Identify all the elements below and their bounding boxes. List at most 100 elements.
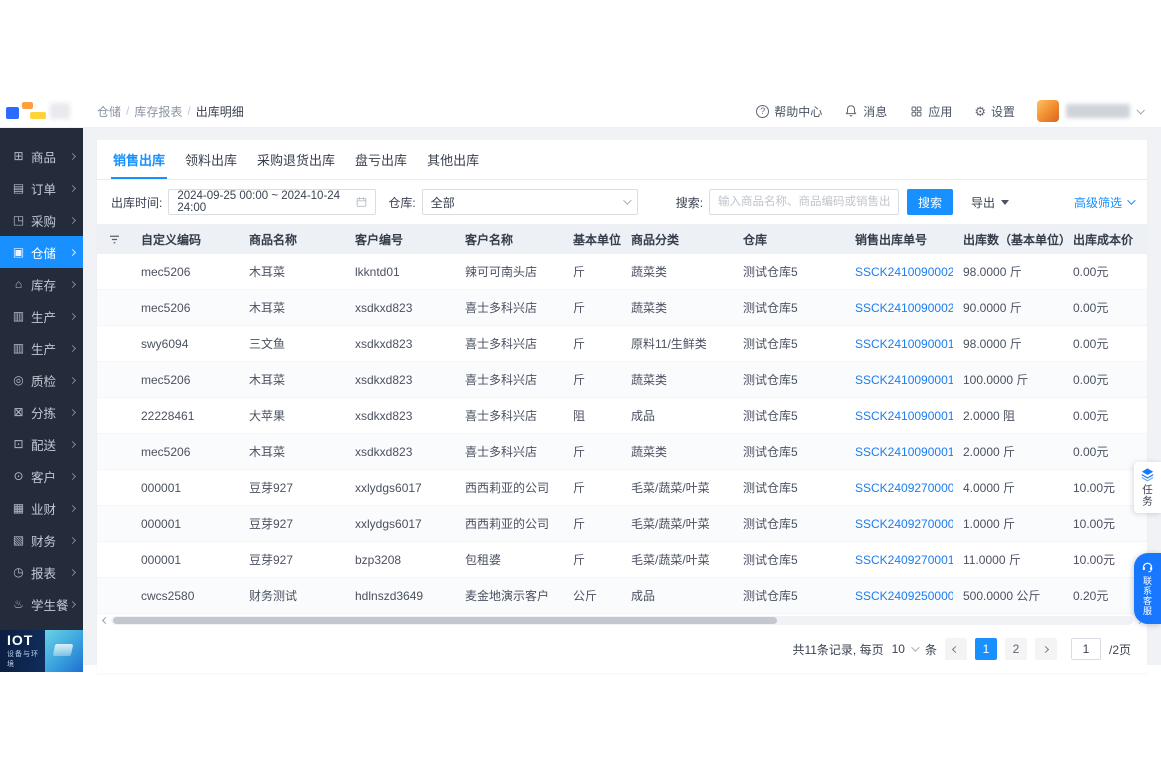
column-header: 客户名称 bbox=[465, 232, 514, 247]
apps-button[interactable]: 应用 bbox=[909, 103, 952, 120]
page-number-button[interactable]: 2 bbox=[1004, 638, 1027, 660]
task-floating-button[interactable]: 任务 bbox=[1134, 462, 1161, 513]
search-input[interactable] bbox=[709, 189, 900, 215]
horizontal-scrollbar bbox=[97, 614, 1147, 627]
cell-outbound-order-link[interactable]: SSCK24100900021 bbox=[845, 254, 953, 289]
user-name-redacted bbox=[1066, 104, 1130, 118]
breadcrumb-item-warehouse[interactable]: 仓储 bbox=[97, 103, 121, 120]
sidebar-item-production-1[interactable]: ▥ 生产 bbox=[0, 300, 83, 332]
apps-label: 应用 bbox=[928, 104, 953, 119]
sidebar-item-delivery[interactable]: ⊡ 配送 bbox=[0, 428, 83, 460]
cell-outbound-qty: 98.0000 斤 bbox=[963, 337, 1022, 351]
cell-base-unit: 斤 bbox=[573, 265, 586, 279]
cell-outbound-order-link[interactable]: SSCK24100900017 bbox=[845, 326, 953, 361]
sidebar-item-customers[interactable]: ⊙ 客户 bbox=[0, 460, 83, 492]
breadcrumb-item-inventory-report[interactable]: 库存报表 bbox=[134, 103, 182, 120]
chevron-right-icon bbox=[68, 568, 77, 576]
chevron-down-icon bbox=[1127, 196, 1136, 205]
cell-outbound-order-link[interactable]: SSCK24100900020 bbox=[845, 290, 953, 325]
settings-button[interactable]: ⚙ 设置 bbox=[974, 103, 1015, 120]
sidebar-item-finance[interactable]: ▧ 财务 bbox=[0, 524, 83, 556]
cell-outbound-order-link[interactable]: SSCK24100900017 bbox=[845, 362, 953, 397]
tab-other-outbound[interactable]: 其他出库 bbox=[425, 140, 481, 179]
cell-customer-name: 西西莉亚的公司 bbox=[465, 517, 550, 531]
report-icon: ◷ bbox=[13, 565, 24, 579]
cell-outbound-cost: 0.00元 bbox=[1073, 265, 1109, 279]
next-page-button[interactable] bbox=[1034, 638, 1057, 660]
filter-bar: 出库时间: 2024-09-25 00:00 ~ 2024-10-24 24:0… bbox=[97, 180, 1147, 224]
user-menu[interactable] bbox=[1037, 100, 1145, 122]
messages-button[interactable]: 消息 bbox=[844, 103, 887, 120]
chevron-right-icon bbox=[68, 280, 77, 288]
search-button[interactable]: 搜索 bbox=[907, 189, 954, 215]
cell-customer-name: 喜士多科兴店 bbox=[465, 409, 538, 423]
advanced-filter-button[interactable]: 高级筛选 bbox=[1074, 194, 1136, 211]
cell-product-name: 财务测试 bbox=[249, 589, 298, 603]
cell-outbound-order-link[interactable]: SSCK24092700004 bbox=[845, 470, 953, 505]
tab-loss-outbound[interactable]: 盘亏出库 bbox=[353, 140, 409, 179]
main-content: 销售出库 领料出库 采购退货出库 盘亏出库 其他出库 出库时间: 2024-09… bbox=[83, 128, 1161, 673]
page: 仓储 / 库存报表 / 出库明细 ? 帮助中心 消息 应用 ⚙ 设置 ⊞ 商品 … bbox=[0, 0, 1161, 762]
sidebar-item-procurement[interactable]: ◳ 采购 bbox=[0, 204, 83, 236]
logo-mark-ghost bbox=[50, 102, 70, 119]
chevron-right-icon bbox=[68, 376, 77, 384]
page-number-button[interactable]: 1 bbox=[974, 638, 997, 660]
iot-subtitle: 设备与环境 bbox=[7, 651, 39, 668]
cell-customer-name: 喜士多科兴店 bbox=[465, 373, 538, 387]
contact-service-floating-button[interactable]: 联系客服 bbox=[1134, 553, 1161, 624]
task-label: 任务 bbox=[1141, 484, 1153, 507]
scrollbar-track bbox=[111, 616, 1133, 625]
cell-customer-no: xsdkxd823 bbox=[355, 372, 413, 387]
sidebar-item-business-finance[interactable]: ▦ 业财 bbox=[0, 492, 83, 524]
cell-category: 蔬菜类 bbox=[631, 373, 668, 387]
cell-outbound-order-link[interactable]: SSCK24092700004 bbox=[845, 506, 953, 541]
date-range-picker[interactable]: 2024-09-25 00:00 ~ 2024-10-24 24:00 bbox=[168, 189, 377, 215]
sidebar-item-sorting[interactable]: ⊠ 分拣 bbox=[0, 396, 83, 428]
app-window: 仓储 / 库存报表 / 出库明细 ? 帮助中心 消息 应用 ⚙ 设置 ⊞ 商品 … bbox=[0, 95, 1161, 673]
tab-material-outbound[interactable]: 领料出库 bbox=[183, 140, 239, 179]
cell-outbound-order-link[interactable]: SSCK24100900015 bbox=[845, 434, 953, 469]
page-size-select[interactable]: 10 bbox=[892, 642, 920, 656]
outbound-detail-card: 销售出库 领料出库 采购退货出库 盘亏出库 其他出库 出库时间: 2024-09… bbox=[97, 140, 1147, 673]
cell-outbound-order-link[interactable]: SSCK24092700011 bbox=[845, 542, 953, 577]
page-jump-input[interactable] bbox=[1070, 638, 1101, 660]
sidebar-item-label: 配送 bbox=[31, 438, 57, 453]
sidebar-item-quality[interactable]: ◎ 质检 bbox=[0, 364, 83, 396]
sidebar-item-label: 质检 bbox=[31, 374, 57, 389]
cell-outbound-cost: 0.00元 bbox=[1073, 409, 1109, 423]
cell-customer-no: xsdkxd823 bbox=[355, 444, 413, 459]
export-button[interactable]: 导出 bbox=[965, 189, 1016, 215]
sidebar-item-label: 生产 bbox=[31, 342, 57, 357]
cell-outbound-order-link[interactable]: SSCK24100900015 bbox=[845, 398, 953, 433]
cell-outbound-cost: 0.00元 bbox=[1073, 373, 1109, 387]
sidebar-item-inventory[interactable]: ⌂ 库存 bbox=[0, 268, 83, 300]
sidebar-item-orders[interactable]: ▤ 订单 bbox=[0, 172, 83, 204]
sidebar-item-label: 采购 bbox=[31, 214, 57, 229]
scroll-left-arrow[interactable] bbox=[99, 615, 111, 627]
sidebar-item-goods[interactable]: ⊞ 商品 bbox=[0, 140, 83, 172]
tab-sales-outbound[interactable]: 销售出库 bbox=[111, 140, 168, 179]
iot-banner[interactable]: IOT 设备与环境 bbox=[0, 630, 83, 672]
sidebar-item-warehouse[interactable]: ▣ 仓储 bbox=[0, 236, 83, 268]
column-header: 商品名称 bbox=[249, 232, 298, 247]
sidebar-item-production-2[interactable]: ▥ 生产 bbox=[0, 332, 83, 364]
help-icon: ? bbox=[756, 104, 770, 118]
tab-purchase-return-outbound[interactable]: 采购退货出库 bbox=[255, 140, 337, 179]
cell-customer-no: xsdkxd823 bbox=[355, 408, 413, 423]
cell-custom-code: mec5206 bbox=[141, 300, 191, 315]
filter-columns-icon[interactable] bbox=[97, 224, 131, 254]
sidebar-item-student-meals[interactable]: ♨ 学生餐 bbox=[0, 588, 83, 620]
cell-custom-code: swy6094 bbox=[141, 336, 189, 351]
sidebar-item-reports[interactable]: ◷ 报表 bbox=[0, 556, 83, 588]
scrollbar-thumb[interactable] bbox=[113, 617, 778, 624]
cell-category: 成品 bbox=[631, 409, 656, 423]
prev-page-button[interactable] bbox=[944, 638, 967, 660]
app-logo[interactable] bbox=[0, 95, 83, 128]
warehouse-select[interactable]: 全部 bbox=[421, 189, 638, 215]
cell-outbound-order-link[interactable]: SSCK24092500004 bbox=[845, 578, 953, 613]
cell-category: 成品 bbox=[631, 589, 656, 603]
cell-warehouse: 测试仓库5 bbox=[743, 409, 798, 423]
cell-base-unit: 斤 bbox=[573, 481, 586, 495]
cell-warehouse: 测试仓库5 bbox=[743, 265, 798, 279]
help-center-button[interactable]: ? 帮助中心 bbox=[756, 103, 822, 120]
